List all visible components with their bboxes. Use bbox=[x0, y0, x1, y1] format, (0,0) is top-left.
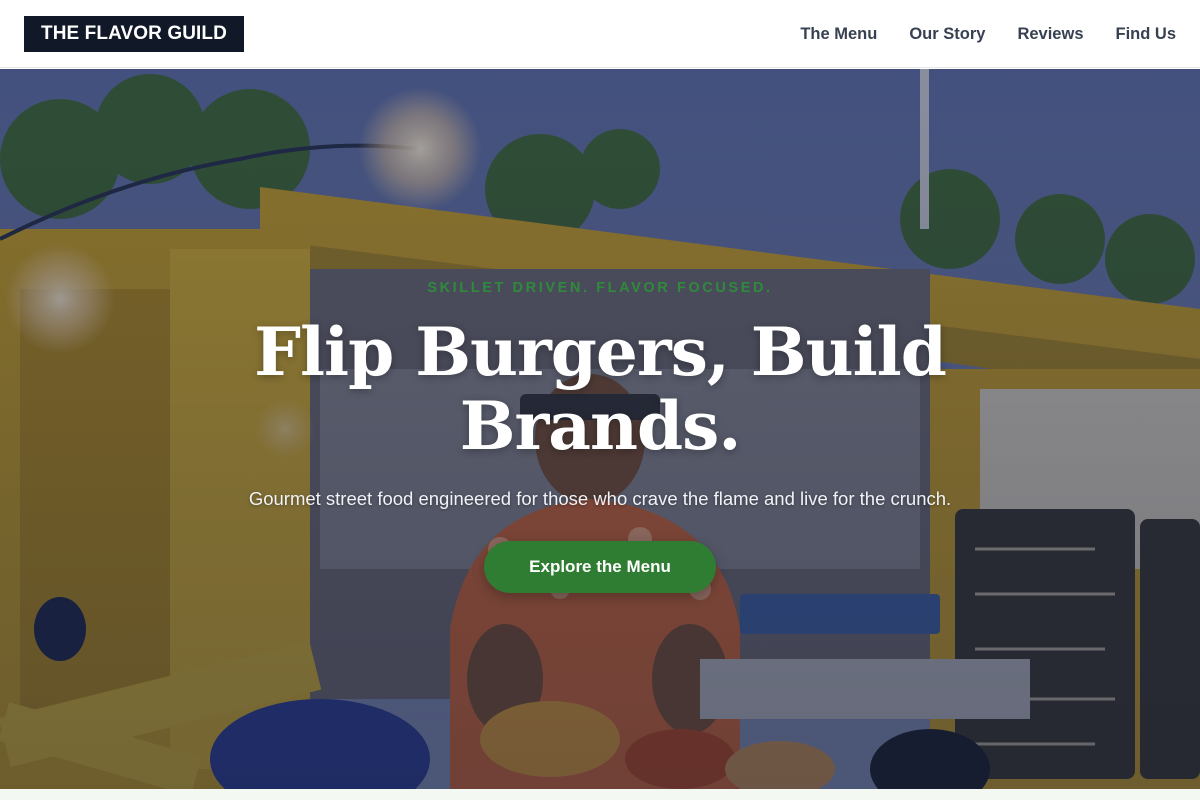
hero-content: SKILLET DRIVEN. FLAVOR FOCUSED. Flip Bur… bbox=[0, 69, 1200, 789]
site-header: THE FLAVOR GUILD The Menu Our Story Revi… bbox=[0, 0, 1200, 68]
nav-link-find-us[interactable]: Find Us bbox=[1116, 25, 1177, 44]
next-section-edge bbox=[0, 789, 1200, 800]
nav-link-reviews[interactable]: Reviews bbox=[1017, 25, 1083, 44]
nav-link-the-menu[interactable]: The Menu bbox=[800, 25, 877, 44]
hero-eyebrow: SKILLET DRIVEN. FLAVOR FOCUSED. bbox=[427, 280, 773, 296]
nav-link-our-story[interactable]: Our Story bbox=[909, 25, 985, 44]
site-logo[interactable]: THE FLAVOR GUILD bbox=[24, 16, 244, 52]
main-nav: The Menu Our Story Reviews Find Us bbox=[800, 0, 1176, 68]
hero-subtitle: Gourmet street food engineered for those… bbox=[248, 488, 952, 509]
explore-menu-button[interactable]: Explore the Menu bbox=[484, 541, 716, 593]
hero-title: Flip Burgers, Build Brands. bbox=[254, 313, 947, 465]
hero-section: SKILLET DRIVEN. FLAVOR FOCUSED. Flip Bur… bbox=[0, 69, 1200, 789]
